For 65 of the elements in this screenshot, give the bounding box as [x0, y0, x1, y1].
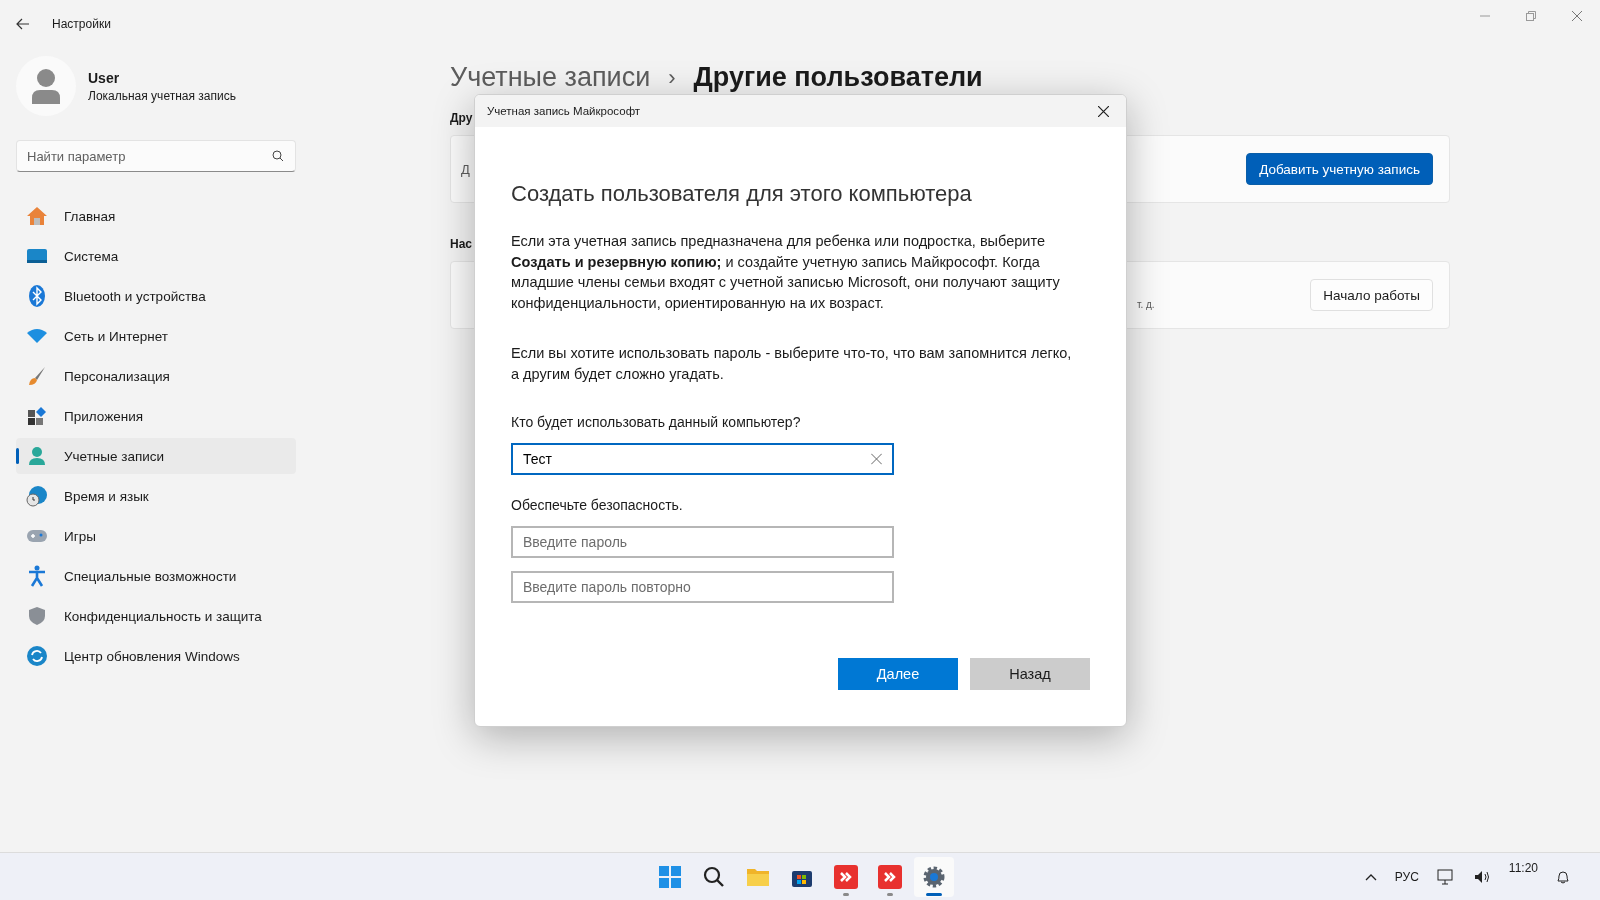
sidebar-item[interactable]: Конфиденциальность и защита [16, 598, 296, 634]
restore-icon [1526, 11, 1536, 21]
next-button[interactable]: Далее [838, 658, 958, 690]
sidebar-item[interactable]: Специальные возможности [16, 558, 296, 594]
search-field[interactable]: Найти параметр [16, 140, 296, 172]
card-text: Д [461, 161, 470, 177]
get-started-button[interactable]: Начало работы [1310, 279, 1433, 311]
close-icon [1097, 105, 1109, 117]
back-button[interactable]: Назад [970, 658, 1090, 690]
taskbar-app[interactable] [914, 857, 954, 897]
back-button[interactable] [16, 18, 30, 30]
search-icon [272, 150, 284, 162]
search-icon [703, 866, 725, 888]
dialog-title: Учетная запись Майкрософт [487, 105, 641, 117]
breadcrumb-parent[interactable]: Учетные записи [450, 62, 651, 93]
chevron-up-icon[interactable] [1364, 873, 1377, 881]
network-icon[interactable] [1436, 869, 1455, 885]
folder-icon [746, 866, 770, 888]
nav-icon [26, 206, 48, 226]
page-title: Другие пользователи [693, 62, 983, 93]
sidebar-item[interactable]: Время и язык [16, 478, 296, 514]
nav-icon [26, 565, 48, 587]
nav-icon [26, 529, 48, 543]
field-label: Кто будет использовать данный компьютер? [511, 414, 802, 430]
add-account-button[interactable]: Добавить учетную запись [1246, 153, 1433, 185]
window-title: Настройки [52, 17, 111, 31]
notification-icon[interactable] [1556, 870, 1570, 884]
gear-icon [922, 865, 946, 889]
sidebar-item[interactable]: Игры [16, 518, 296, 554]
sidebar-item[interactable]: Bluetooth и устройства [16, 278, 296, 314]
card-text: т. д. [1137, 298, 1155, 310]
nav-icon [26, 485, 48, 507]
sidebar-item[interactable]: Учетные записи [16, 438, 296, 474]
sidebar-item[interactable]: Приложения [16, 398, 296, 434]
paragraph: Если вы хотите использовать пароль - выберите что-то, что вам запомнится легко, а другим будет сложно угадать. [511, 344, 1073, 384]
nav-icon [26, 328, 48, 344]
chevrons-app-icon [878, 865, 902, 889]
clock[interactable]: 11:20 [1508, 861, 1538, 875]
password-field[interactable]: Введите пароль [511, 526, 894, 558]
dialog-heading: Создать пользователя для этого компьютера [511, 181, 973, 207]
account-type: Локальная учетная запись [88, 88, 236, 103]
name-field[interactable]: Тест [511, 443, 894, 475]
sidebar-item[interactable]: Сеть и Интернет [16, 318, 296, 354]
password-field[interactable]: Введите пароль повторно [511, 571, 894, 603]
sidebar-item[interactable]: Персонализация [16, 358, 296, 394]
section-heading: Нас [450, 237, 472, 251]
sidebar-item[interactable]: Центр обновления Windows [16, 638, 296, 674]
volume-icon[interactable] [1472, 869, 1491, 885]
sidebar-item[interactable]: Система [16, 238, 296, 274]
nav-icon [26, 446, 48, 466]
section-heading: Дру [450, 111, 473, 125]
sidebar-item[interactable]: Главная [16, 198, 296, 234]
breadcrumb-separator: › [668, 64, 676, 91]
language-indicator[interactable]: РУС [1394, 870, 1419, 884]
nav-icon [26, 285, 48, 307]
field-label: Обеспечьте безопасность. [511, 497, 684, 513]
nav-icon [26, 406, 48, 426]
nav-icon [26, 645, 48, 667]
paragraph: Если эта учетная запись предназначена для ребенка или подростка, выберите Создать и резервную копию; и создайте учетную запись Майкрософт. Когда младшие члены семьи входят с учетной записью Microsoft, они получают защиту конфиденциальности, ориентированную на их возраст. [511, 232, 1061, 313]
chevrons-app-icon [834, 865, 858, 889]
nav-icon [26, 606, 48, 626]
user-name: User [88, 69, 121, 86]
close-icon [1572, 11, 1582, 21]
windows-logo-icon [659, 866, 681, 888]
nav-icon [26, 248, 48, 264]
